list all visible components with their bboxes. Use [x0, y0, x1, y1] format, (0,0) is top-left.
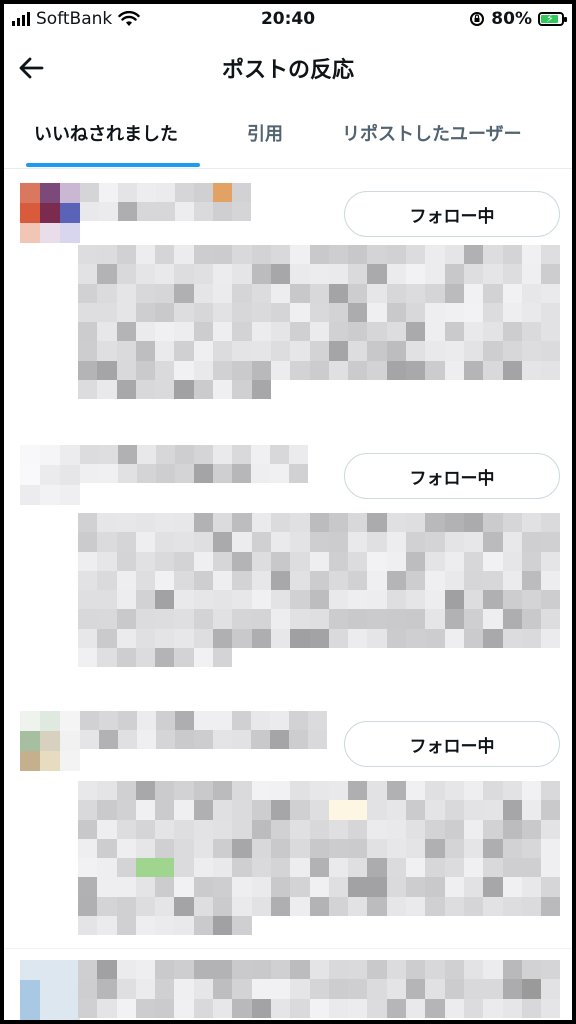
- user-bio-pixelated: [78, 513, 561, 668]
- following-button[interactable]: フォロー中: [344, 453, 560, 499]
- active-tab-indicator: [26, 163, 200, 167]
- tab-reposted-users[interactable]: リポストしたユーザー: [342, 120, 522, 146]
- list-item[interactable]: フォロー中: [4, 699, 572, 947]
- following-button[interactable]: フォロー中: [344, 191, 560, 237]
- tab-liked[interactable]: いいねされました: [34, 120, 178, 146]
- battery-charging-icon: ⚡: [538, 12, 567, 26]
- user-name-pixelated: [80, 445, 308, 483]
- list-item[interactable]: フォロー中: [4, 429, 572, 699]
- header: ポストの反応: [4, 34, 572, 100]
- avatar: [20, 183, 80, 243]
- user-name-pixelated: [80, 183, 251, 221]
- page-title: ポストの反応: [221, 58, 354, 83]
- screen: SoftBank 20:40 80% ⚡ ポストの反応 いいねされました 引用 …: [4, 4, 572, 1020]
- user-bio-pixelated: [78, 245, 561, 400]
- following-button[interactable]: フォロー中: [344, 721, 560, 767]
- battery-percent: 80%: [491, 9, 532, 29]
- tab-bar: いいねされました 引用 リポストしたユーザー: [4, 100, 572, 169]
- user-bio-pixelated: [78, 781, 561, 936]
- avatar: [20, 960, 80, 1020]
- divider: [4, 948, 572, 949]
- avatar: [20, 445, 80, 505]
- list-item[interactable]: フォロー中: [4, 169, 572, 429]
- avatar: [20, 711, 80, 771]
- user-name-pixelated: [80, 711, 327, 749]
- status-bar: SoftBank 20:40 80% ⚡: [4, 4, 572, 34]
- rotation-lock-icon: [470, 12, 485, 26]
- status-bar-right: 80% ⚡: [469, 9, 567, 29]
- tab-quotes[interactable]: 引用: [247, 120, 283, 146]
- user-name-pixelated: [78, 960, 561, 1018]
- list-item[interactable]: [4, 952, 572, 1020]
